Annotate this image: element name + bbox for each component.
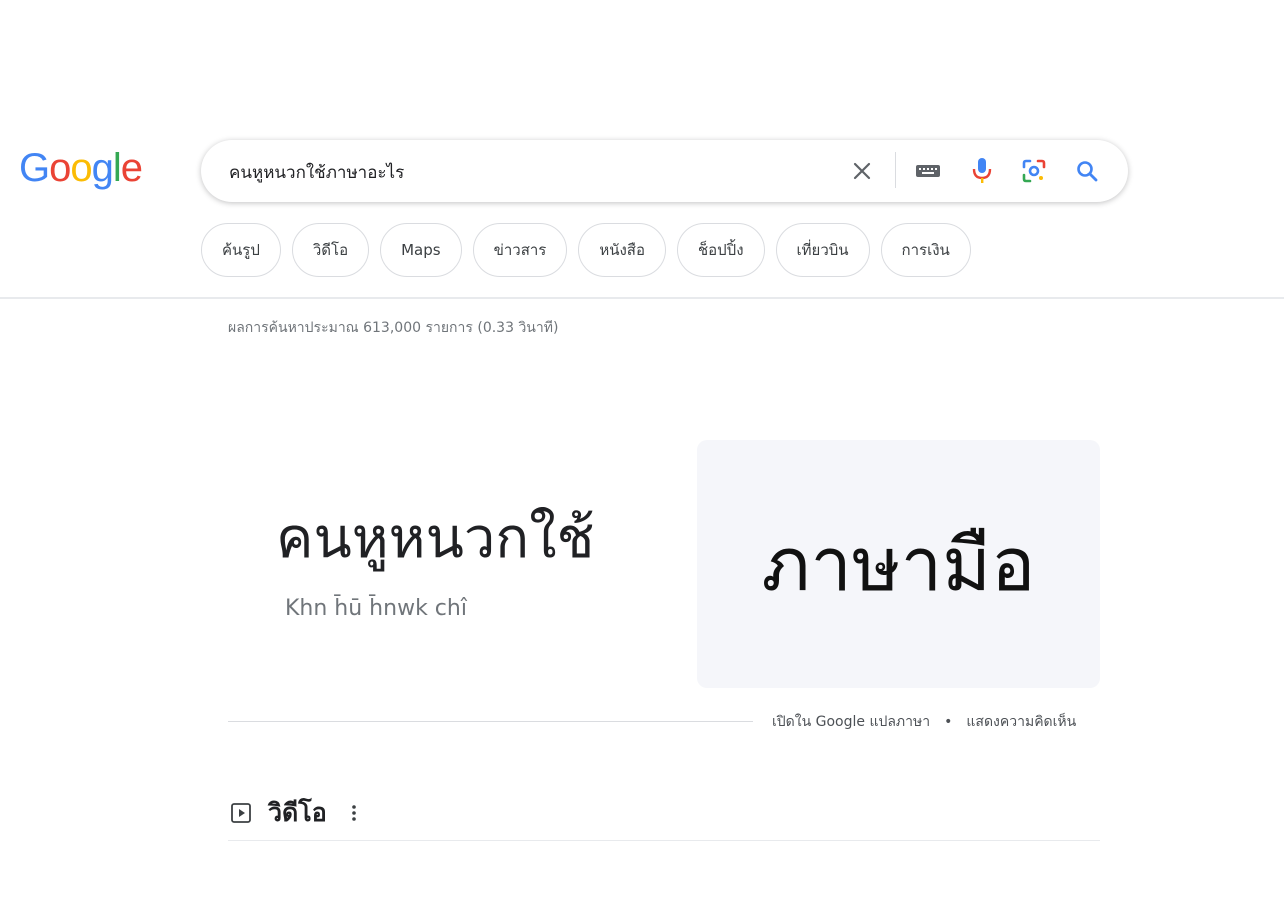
translation-source-text: คนหูหนวกใช้ [276,506,595,571]
logo-letter: e [120,146,143,190]
search-box[interactable]: คนหูหนวกใช้ภาษาอะไร [201,140,1128,202]
logo-letter: G [19,146,50,190]
logo-letter: o [70,146,92,190]
chip-shopping[interactable]: ช็อปปิ้ง [676,223,765,277]
chip-videos[interactable]: วิดีโอ [291,223,370,277]
transliteration-text: Khn h̄ū h̄nwk chı̂ [285,596,467,621]
close-icon[interactable] [849,140,875,202]
search-divider [895,152,896,188]
videos-divider [228,840,1100,841]
translation-result-box: ภาษามือ [697,440,1100,688]
translation-result-text: ภาษามือ [761,522,1036,608]
logo-letter: o [49,146,71,190]
card-divider [228,721,753,722]
chip-finance[interactable]: การเงิน [880,223,971,277]
play-video-icon [228,800,254,826]
search-filter-chips: ค้นรูป วิดีโอ Maps ข่าวสาร หนังสือ ช็อปป… [201,223,971,277]
logo-letter: g [91,146,114,190]
translation-card-links: เปิดใน Google แปลภาษา • แสดงความคิดเห็น [772,711,1076,733]
chip-news[interactable]: ข่าวสาร [472,223,568,277]
link-separator: • [944,714,953,730]
chip-flights[interactable]: เที่ยวบิน [775,223,870,277]
microphone-icon[interactable] [969,140,995,202]
chip-images[interactable]: ค้นรูป [201,223,281,277]
videos-section-header: วิดีโอ [228,795,359,831]
logo-letter: l [112,146,122,190]
search-input[interactable]: คนหูหนวกใช้ภาษาอะไร [229,159,404,186]
more-options-icon[interactable] [349,800,359,826]
videos-section-title: วิดีโอ [268,798,327,827]
lens-icon[interactable] [1019,140,1049,202]
open-google-translate-link[interactable]: เปิดใน Google แปลภาษา [772,711,930,733]
search-icon[interactable] [1072,140,1102,202]
chip-books[interactable]: หนังสือ [578,223,666,277]
chip-maps[interactable]: Maps [380,223,462,277]
header-divider [0,297,1284,299]
google-logo[interactable]: Google [19,146,143,190]
keyboard-icon[interactable] [913,140,943,202]
result-stats: ผลการค้นหาประมาณ 613,000 รายการ (0.33 วิ… [228,320,559,336]
feedback-link[interactable]: แสดงความคิดเห็น [966,711,1076,733]
